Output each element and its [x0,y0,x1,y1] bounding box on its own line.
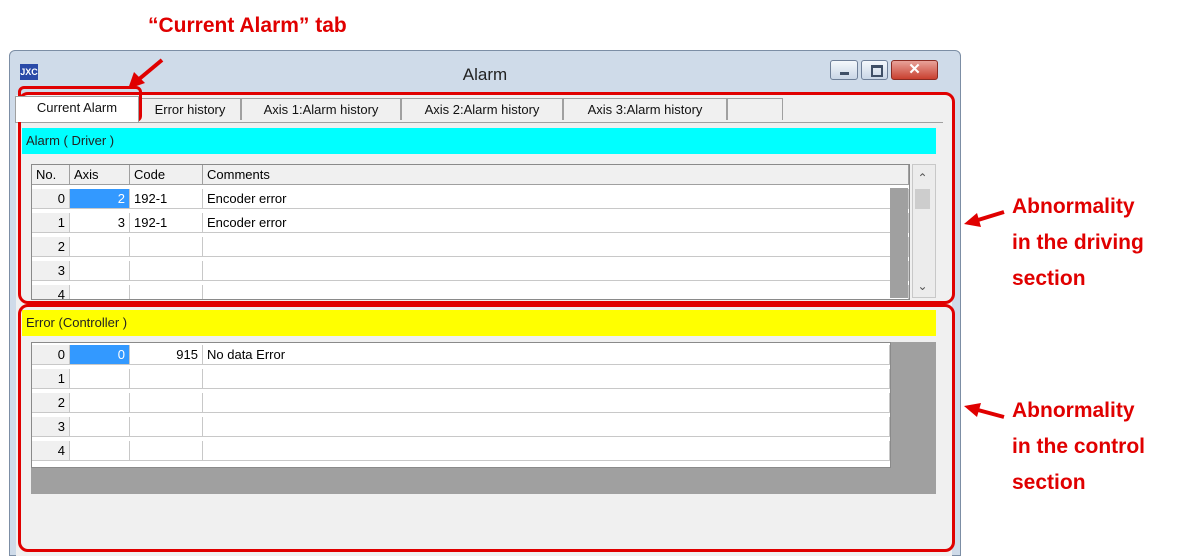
tab-current-alarm[interactable]: Current Alarm [15,96,139,122]
control-callout-arrow-icon [964,403,1005,419]
annotation-arrows [128,58,1005,419]
tab-callout-arrow-icon [128,58,164,89]
driving-callout-arrow-icon [964,210,1005,227]
